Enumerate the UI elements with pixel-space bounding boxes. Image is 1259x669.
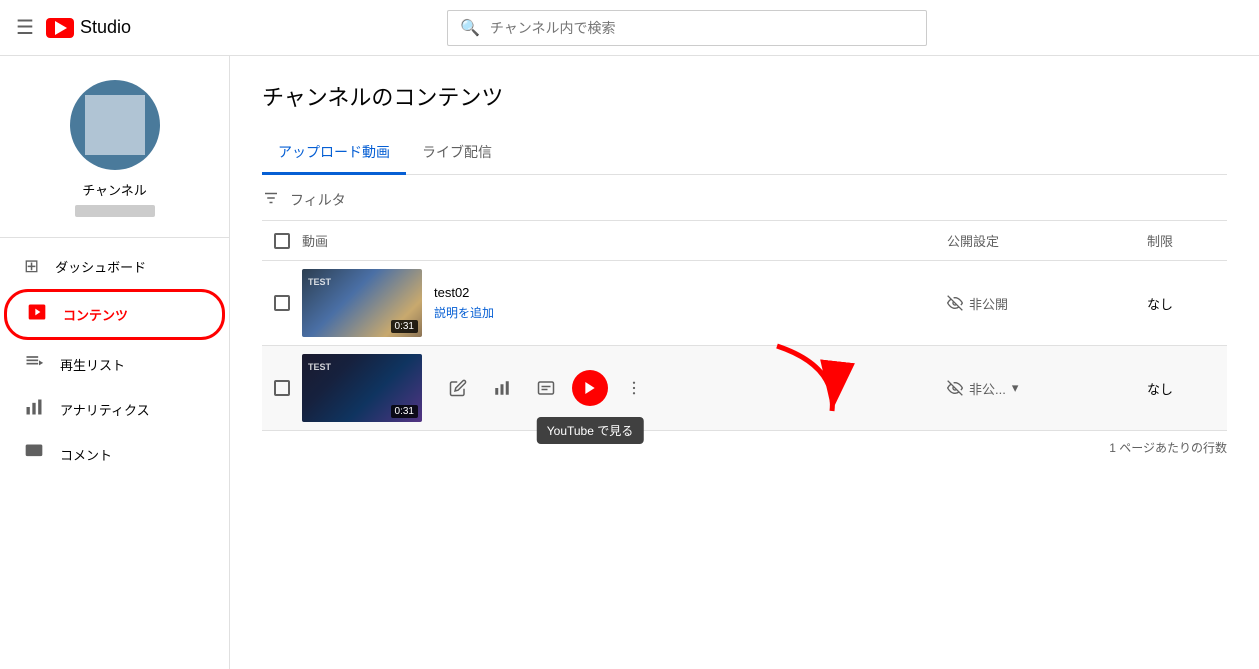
col-restriction: 制限 — [1147, 231, 1227, 250]
search-input-wrap: 🔍 — [447, 10, 927, 46]
playlist-label: 再生リスト — [60, 355, 125, 374]
footer-row: 1 ページあたりの行数 — [262, 431, 1227, 464]
youtube-tooltip: YouTube で見る — [537, 417, 644, 444]
content-item-wrap: コンテンツ — [0, 289, 229, 340]
row2-eye-slash-icon — [947, 380, 963, 396]
dashboard-label: ダッシュボード — [55, 257, 146, 276]
row1-title: test02 — [434, 285, 494, 300]
col-video: 動画 — [302, 231, 947, 250]
edit-button[interactable] — [440, 370, 476, 406]
row1-visibility: 非公開 — [947, 294, 1147, 313]
sidebar-item-playlist[interactable]: 再生リスト — [4, 342, 225, 387]
search-bar: 🔍 — [131, 10, 1243, 46]
row1-video-info: test02 説明を追加 — [434, 285, 494, 321]
row1-desc[interactable]: 説明を追加 — [434, 304, 494, 321]
playlist-icon — [24, 352, 44, 377]
row2-visibility: 非公... ▾ — [947, 379, 1147, 398]
sidebar-item-analytics[interactable]: アナリティクス — [4, 387, 225, 432]
dashboard-icon: ⊞ — [24, 256, 39, 277]
row1-video-cell: TEST 0:31 test02 説明を追加 — [302, 269, 947, 337]
tab-upload[interactable]: アップロード動画 — [262, 132, 406, 175]
more-button[interactable] — [616, 370, 652, 406]
filter-row: フィルタ — [262, 175, 1227, 221]
header-checkbox-cell — [262, 233, 302, 249]
row2-checkbox[interactable] — [274, 380, 290, 396]
page-title: チャンネルのコンテンツ — [262, 80, 1227, 112]
header-checkbox[interactable] — [274, 233, 290, 249]
tabs: アップロード動画 ライブ配信 — [262, 132, 1227, 175]
menu-icon[interactable]: ☰ — [16, 15, 34, 40]
row1-checkbox-cell — [262, 295, 302, 311]
row1-restriction: なし — [1147, 294, 1227, 313]
channel-name-sub — [75, 205, 155, 217]
search-input[interactable] — [490, 20, 914, 36]
youtube-button[interactable] — [572, 370, 608, 406]
sidebar: チャンネル ⊞ ダッシュボード コンテンツ — [0, 56, 230, 669]
col-visibility: 公開設定 — [947, 231, 1147, 250]
channel-name-label: チャンネル — [82, 180, 147, 199]
main-content: チャンネルのコンテンツ アップロード動画 ライブ配信 フィルタ 動画 公開設定 … — [230, 56, 1259, 669]
eye-slash-icon — [947, 295, 963, 311]
avatar[interactable] — [70, 80, 160, 170]
analytics-button[interactable] — [484, 370, 520, 406]
header-left: ☰ Studio — [16, 15, 131, 40]
search-icon: 🔍 — [460, 18, 480, 38]
row1-visibility-label: 非公開 — [969, 294, 1008, 313]
avatar-square — [85, 95, 145, 155]
table-header: 動画 公開設定 制限 — [262, 221, 1227, 261]
row2-restriction: なし — [1147, 379, 1227, 398]
content-label: コンテンツ — [63, 305, 128, 324]
sidebar-nav: ⊞ ダッシュボード コンテンツ 再生リスト — [0, 238, 229, 485]
visibility-dropdown-arrow[interactable]: ▾ — [1012, 380, 1019, 396]
header: ☰ Studio 🔍 — [0, 0, 1259, 56]
action-icons: YouTube で見る — [432, 364, 660, 412]
footer-per-page: 1 ページあたりの行数 — [1109, 439, 1227, 456]
filter-icon — [262, 189, 280, 210]
table-row-2: TEST 0:31 — [262, 346, 1227, 431]
row2-checkbox-cell — [262, 380, 302, 396]
row2-duration: 0:31 — [391, 405, 418, 418]
play-triangle-icon — [55, 21, 67, 35]
channel-profile: チャンネル — [0, 64, 229, 238]
sidebar-item-comments[interactable]: コメント — [4, 432, 225, 477]
studio-logo-text: Studio — [80, 17, 131, 38]
filter-label[interactable]: フィルタ — [290, 190, 346, 210]
sidebar-item-content[interactable]: コンテンツ — [4, 289, 225, 340]
row2-test-label: TEST — [308, 362, 331, 372]
sidebar-item-dashboard[interactable]: ⊞ ダッシュボード — [4, 246, 225, 287]
analytics-label: アナリティクス — [60, 400, 150, 419]
body: チャンネル ⊞ ダッシュボード コンテンツ — [0, 56, 1259, 669]
tab-live[interactable]: ライブ配信 — [406, 132, 508, 175]
subtitles-button[interactable] — [528, 370, 564, 406]
row2-video-cell: TEST 0:31 — [302, 354, 947, 422]
comments-icon — [24, 442, 44, 467]
youtube-logo-icon — [46, 18, 74, 38]
row1-duration: 0:31 — [391, 320, 418, 333]
youtube-button-wrap: YouTube で見る — [572, 370, 608, 406]
row1-test-label: TEST — [308, 277, 331, 287]
row2-thumbnail: TEST 0:31 — [302, 354, 422, 422]
logo-area: Studio — [46, 17, 131, 38]
table-row: TEST 0:31 test02 説明を追加 非公開 なし — [262, 261, 1227, 346]
content-icon — [27, 302, 47, 327]
row1-checkbox[interactable] — [274, 295, 290, 311]
analytics-icon — [24, 397, 44, 422]
row2-visibility-label: 非公... — [969, 379, 1006, 398]
row1-thumbnail: TEST 0:31 — [302, 269, 422, 337]
comments-label: コメント — [60, 445, 112, 464]
